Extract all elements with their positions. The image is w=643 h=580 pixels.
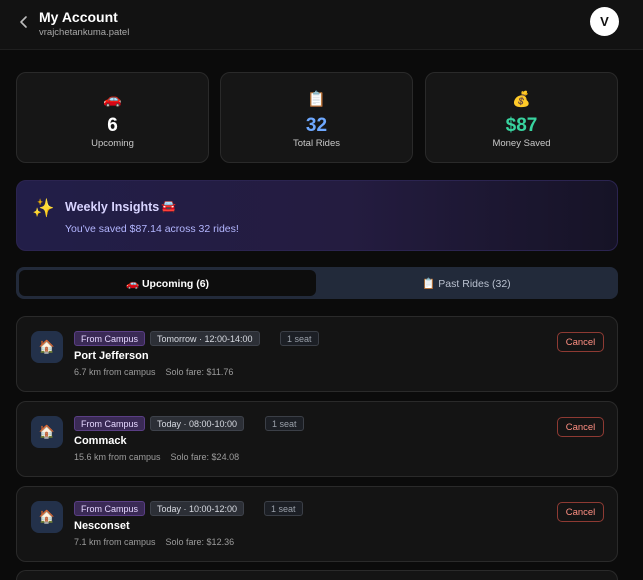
ride-destination: Nesconset	[74, 520, 130, 532]
house-icon: 🏠	[31, 331, 63, 363]
stat-value-money-saved: $87	[505, 115, 538, 136]
tab-past-rides[interactable]: 📋 Past Rides (32)	[318, 270, 615, 296]
ride-card[interactable]	[16, 570, 618, 580]
car-icon: 🚗	[103, 91, 122, 108]
direction-badge: From Campus	[74, 331, 146, 346]
time-badge: Tomorrow · 12:00-14:00	[150, 331, 260, 346]
car-icon: 🚘	[161, 199, 176, 213]
page-title: My Account	[39, 9, 118, 25]
stat-card-total-rides: 📋 32 Total Rides	[220, 72, 413, 163]
seat-badge: 1 seat	[280, 331, 319, 346]
username-label: vrajchetankuma.patel	[39, 27, 130, 38]
cancel-button[interactable]: Cancel	[557, 417, 604, 437]
ride-meta: 15.6 km from campus Solo fare: $24.08	[74, 452, 249, 462]
insights-text: You've saved $87.14 across 32 rides!	[65, 223, 239, 235]
seat-badge: 1 seat	[265, 416, 304, 431]
ride-fare: Solo fare: $12.36	[165, 537, 235, 547]
stat-value-upcoming: 6	[107, 115, 118, 136]
insights-title: Weekly Insights	[65, 200, 160, 214]
house-icon: 🏠	[31, 416, 63, 448]
direction-badge: From Campus	[74, 501, 146, 516]
ride-meta: 7.1 km from campus Solo fare: $12.36	[74, 537, 244, 547]
ride-destination: Port Jefferson	[74, 350, 149, 362]
time-badge: Today · 10:00-12:00	[150, 501, 245, 516]
house-icon: 🏠	[31, 501, 63, 533]
stat-card-money-saved: 💰 $87 Money Saved	[425, 72, 618, 163]
time-badge: Today · 08:00-10:00	[150, 416, 245, 431]
stat-value-total-rides: 32	[305, 115, 328, 136]
app-header: My Account vrajchetankuma.patel V	[0, 0, 643, 50]
ride-card[interactable]: 🏠 From Campus Today · 10:00-12:00 1 seat…	[16, 486, 618, 562]
stat-label-money-saved: Money Saved	[492, 138, 551, 149]
ride-destination: Commack	[74, 435, 127, 447]
ride-card[interactable]: 🏠 From Campus Today · 08:00-10:00 1 seat…	[16, 401, 618, 477]
avatar[interactable]: V	[590, 7, 619, 36]
chevron-left-icon	[20, 16, 27, 28]
ride-fare: Solo fare: $11.76	[165, 367, 234, 377]
tab-upcoming[interactable]: 🚗 Upcoming (6)	[19, 270, 316, 296]
sparkles-icon: ✨	[32, 198, 55, 218]
ride-fare: Solo fare: $24.08	[170, 452, 240, 462]
weekly-insights-banner: ✨ Weekly Insights 🚘 You've saved $87.14 …	[16, 180, 618, 251]
stat-label-total-rides: Total Rides	[293, 138, 340, 149]
stat-label-upcoming: Upcoming	[91, 138, 134, 149]
clipboard-icon: 📋	[307, 91, 326, 108]
ride-meta: 6.7 km from campus Solo fare: $11.76	[74, 367, 243, 377]
ride-distance: 15.6 km from campus	[74, 452, 161, 462]
cancel-button[interactable]: Cancel	[557, 332, 604, 352]
ride-tabs: 🚗 Upcoming (6) 📋 Past Rides (32)	[16, 267, 618, 299]
ride-card[interactable]: 🏠 From Campus Tomorrow · 12:00-14:00 1 s…	[16, 316, 618, 392]
seat-badge: 1 seat	[264, 501, 303, 516]
cancel-button[interactable]: Cancel	[557, 502, 604, 522]
back-button[interactable]	[14, 12, 34, 32]
ride-distance: 6.7 km from campus	[74, 367, 156, 377]
money-bag-icon: 💰	[512, 91, 531, 108]
stat-card-upcoming: 🚗 6 Upcoming	[16, 72, 209, 163]
ride-distance: 7.1 km from campus	[74, 537, 156, 547]
direction-badge: From Campus	[74, 416, 146, 431]
